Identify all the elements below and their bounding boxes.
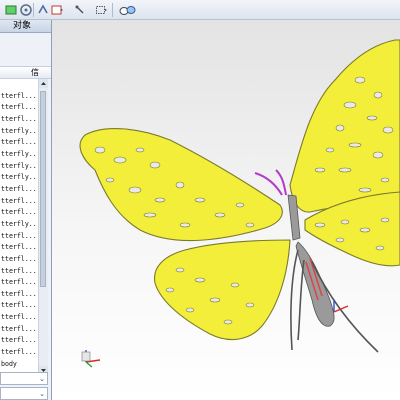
wing-cutout bbox=[175, 181, 185, 189]
wing-cutout bbox=[179, 222, 191, 228]
wing-cutout bbox=[230, 282, 240, 288]
antenna-right bbox=[275, 169, 287, 196]
wing-cutout bbox=[135, 147, 145, 153]
wing-cutout bbox=[359, 227, 371, 233]
list-item[interactable]: tterfly... bbox=[0, 126, 38, 138]
list-item[interactable]: tterfly... bbox=[0, 219, 38, 231]
scroll-thumb[interactable] bbox=[40, 91, 46, 287]
wing-cutout bbox=[372, 151, 384, 159]
wing-cutout bbox=[149, 161, 161, 169]
list-item[interactable]: tterfl... bbox=[0, 242, 38, 254]
wing-cutout bbox=[113, 156, 127, 164]
list-item[interactable]: tterfl... bbox=[0, 347, 38, 359]
chevron-down-icon: ⌄ bbox=[39, 375, 45, 383]
list-item[interactable]: tterfl... bbox=[0, 324, 38, 336]
wing-cutout bbox=[143, 212, 157, 218]
list-item[interactable]: tterfl... bbox=[0, 184, 38, 196]
list-item[interactable]: tterfly... bbox=[0, 161, 38, 173]
lower-left-wing bbox=[153, 239, 291, 341]
wing-cutout bbox=[340, 219, 350, 225]
object-list: tterfl... tterfl... tterfl... tterfly... tte… bbox=[0, 79, 38, 375]
list-item[interactable]: tterfl... bbox=[0, 277, 38, 289]
part-navigator-panel: 对象 信 tterfl... tterfl... tterfl... tterfly.… bbox=[0, 20, 52, 400]
render-icon[interactable] bbox=[118, 3, 138, 17]
wing-cutout bbox=[209, 297, 221, 303]
wing-cutout bbox=[335, 237, 345, 243]
list-item[interactable]: tterfl... bbox=[0, 196, 38, 208]
wing-cutout bbox=[214, 212, 226, 218]
wing-cutout bbox=[358, 187, 372, 193]
scroll-up-arrow[interactable] bbox=[39, 79, 48, 88]
column-header[interactable]: 信 bbox=[0, 66, 51, 79]
list-item[interactable]: tterfl... bbox=[0, 137, 38, 149]
dependencies-dropdown[interactable]: ⌄ bbox=[0, 372, 48, 385]
chevron-down-icon: ⌄ bbox=[39, 390, 45, 398]
wing-cutout bbox=[194, 197, 206, 203]
details-dropdown[interactable]: ⌄ bbox=[0, 387, 48, 400]
wing-cutout bbox=[338, 167, 352, 173]
zoom-icon[interactable] bbox=[36, 3, 50, 17]
upper-right-wing bbox=[289, 39, 400, 213]
wing-cutout bbox=[94, 146, 106, 154]
wing-cutout bbox=[325, 147, 335, 153]
wing-cutout bbox=[380, 177, 390, 183]
wing-cutout bbox=[375, 245, 385, 251]
wing-cutout bbox=[175, 267, 185, 273]
toolbar-separator bbox=[33, 3, 34, 17]
top-toolbar bbox=[0, 0, 400, 20]
wing-cutout bbox=[235, 202, 245, 208]
rotate-icon[interactable] bbox=[50, 3, 64, 17]
list-item[interactable]: tterfly... bbox=[0, 172, 38, 184]
wing-cutout bbox=[165, 287, 175, 293]
wing-cutout bbox=[105, 177, 115, 183]
orient-icon[interactable] bbox=[19, 3, 33, 17]
wing-cutout bbox=[314, 167, 326, 173]
graphics-viewport[interactable] bbox=[52, 20, 400, 400]
wing-cutout bbox=[354, 76, 366, 84]
wing-cutout bbox=[380, 217, 390, 223]
list-item[interactable]: tterfly... bbox=[0, 149, 38, 161]
list-item[interactable]: tterfl... bbox=[0, 289, 38, 301]
snap-icon[interactable] bbox=[4, 3, 18, 17]
list-scrollbar[interactable] bbox=[38, 79, 48, 375]
list-item[interactable] bbox=[0, 79, 38, 91]
list-item[interactable]: tterfl... bbox=[0, 300, 38, 312]
view-triad-icon bbox=[81, 350, 101, 368]
toolbar-separator bbox=[112, 3, 113, 17]
wing-cutout bbox=[348, 142, 362, 148]
list-item[interactable]: tterfl... bbox=[0, 114, 38, 126]
wing-cutout bbox=[373, 91, 383, 99]
wing-cutout bbox=[185, 307, 195, 313]
wing-cutout bbox=[382, 126, 394, 134]
wing-cutout bbox=[154, 197, 166, 203]
wing-cutout bbox=[223, 319, 233, 325]
butterfly-model[interactable] bbox=[52, 20, 400, 400]
list-item[interactable]: tterfl... bbox=[0, 254, 38, 266]
wing-cutout bbox=[343, 101, 357, 109]
list-item[interactable]: tterfl... bbox=[0, 335, 38, 347]
wing-cutout bbox=[245, 222, 255, 228]
list-item[interactable]: body bbox=[0, 359, 38, 371]
wing-cutout bbox=[314, 222, 326, 228]
list-item[interactable]: tterfl... bbox=[0, 231, 38, 243]
view-icon[interactable] bbox=[94, 3, 108, 17]
panel-title: 对象 bbox=[0, 20, 51, 33]
wing-cutout bbox=[245, 302, 255, 308]
list-item[interactable]: tterfl... bbox=[0, 266, 38, 278]
list-item[interactable]: tterfl... bbox=[0, 207, 38, 219]
wing-cutout bbox=[335, 124, 345, 132]
list-item[interactable]: tterfl... bbox=[0, 312, 38, 324]
select-icon[interactable] bbox=[73, 3, 87, 17]
wing-cutout bbox=[194, 277, 206, 283]
column-header-label: 信 bbox=[31, 68, 39, 77]
list-item[interactable]: tterfl... bbox=[0, 91, 38, 103]
wing-cutout bbox=[128, 186, 142, 194]
wing-cutout bbox=[366, 115, 378, 121]
list-item[interactable]: tterfl... bbox=[0, 102, 38, 114]
